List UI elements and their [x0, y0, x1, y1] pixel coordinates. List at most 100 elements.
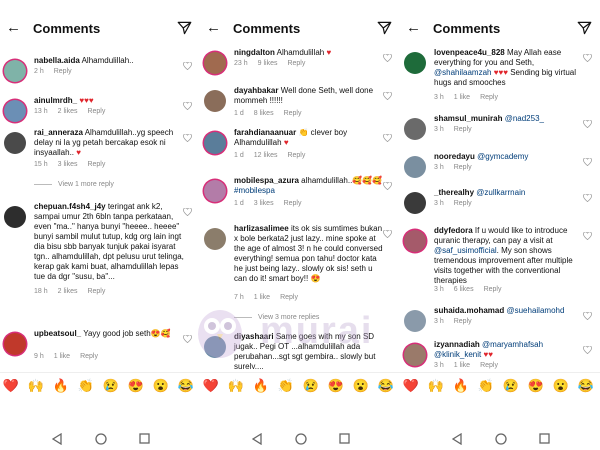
- comment-username[interactable]: ainulmrdh_: [34, 96, 77, 105]
- nav-back-icon[interactable]: [252, 433, 262, 445]
- comment-username[interactable]: chepuan.f4sh4_j4y: [34, 202, 106, 211]
- reply-button[interactable]: Reply: [480, 362, 498, 369]
- send-icon[interactable]: [377, 21, 392, 35]
- back-arrow-icon[interactable]: ←: [6, 20, 21, 36]
- heart-outline-icon[interactable]: [383, 54, 392, 62]
- emoji-heart-eyes[interactable]: 😍: [327, 377, 345, 395]
- back-arrow-icon[interactable]: ←: [206, 20, 221, 36]
- emoji-clap[interactable]: 👏: [277, 377, 295, 395]
- nav-recents-icon[interactable]: [539, 433, 550, 444]
- emoji-clap[interactable]: 👏: [477, 377, 495, 395]
- avatar[interactable]: [404, 310, 426, 332]
- emoji-surprised[interactable]: 😮: [152, 377, 170, 395]
- view-more-replies[interactable]: View 3 more replies: [234, 314, 319, 321]
- reply-button[interactable]: Reply: [287, 60, 305, 67]
- comment-username[interactable]: upbeatsoul_: [34, 329, 81, 338]
- comment-username[interactable]: dayahbakar: [234, 86, 278, 95]
- emoji-heart[interactable]: ❤️: [402, 377, 420, 395]
- like-count[interactable]: 1 like: [254, 294, 270, 301]
- heart-outline-icon[interactable]: [183, 208, 192, 216]
- reply-button[interactable]: Reply: [287, 152, 305, 159]
- nav-recents-icon[interactable]: [339, 433, 350, 444]
- reply-button[interactable]: Reply: [284, 200, 302, 207]
- like-count[interactable]: 1 like: [54, 353, 70, 360]
- emoji-laughing[interactable]: 😂: [377, 377, 395, 395]
- comment-username[interactable]: suhaida.mohamad: [434, 306, 504, 315]
- emoji-sad[interactable]: 😢: [102, 377, 120, 395]
- heart-outline-icon[interactable]: [583, 54, 592, 62]
- avatar[interactable]: [4, 100, 26, 122]
- comment-username[interactable]: lovenpeace4u_828: [434, 48, 505, 57]
- nav-back-icon[interactable]: [52, 433, 62, 445]
- comment-username[interactable]: nooredayu: [434, 152, 475, 161]
- nav-home-icon[interactable]: [295, 433, 307, 445]
- heart-outline-icon[interactable]: [183, 335, 192, 343]
- avatar[interactable]: [404, 52, 426, 74]
- emoji-laughing[interactable]: 😂: [177, 377, 195, 395]
- comment-username[interactable]: rai_anneraza: [34, 128, 83, 137]
- comment-username[interactable]: diyashaari: [234, 332, 274, 341]
- avatar[interactable]: [204, 132, 226, 154]
- emoji-fire[interactable]: 🔥: [452, 377, 470, 395]
- reply-button[interactable]: Reply: [454, 200, 472, 207]
- heart-outline-icon[interactable]: [583, 194, 592, 202]
- comments-list[interactable]: ningdalton Alhamdulillah ♥ 23 h 9 likes Re…: [200, 44, 400, 369]
- nav-home-icon[interactable]: [495, 433, 507, 445]
- nav-back-icon[interactable]: [452, 433, 462, 445]
- avatar[interactable]: [404, 118, 426, 140]
- reply-button[interactable]: Reply: [87, 288, 105, 295]
- reply-button[interactable]: Reply: [87, 108, 105, 115]
- like-count[interactable]: 1 like: [454, 94, 470, 101]
- heart-outline-icon[interactable]: [583, 120, 592, 128]
- heart-outline-icon[interactable]: [183, 102, 192, 110]
- mention-link[interactable]: @zullkarrnain: [476, 188, 525, 197]
- comment-username[interactable]: shamsul_munirah: [434, 114, 502, 123]
- comment-username[interactable]: ningdalton: [234, 48, 275, 57]
- avatar[interactable]: [404, 192, 426, 214]
- emoji-heart[interactable]: ❤️: [202, 377, 220, 395]
- avatar[interactable]: [4, 132, 26, 154]
- heart-outline-icon[interactable]: [183, 134, 192, 142]
- nav-home-icon[interactable]: [95, 433, 107, 445]
- avatar[interactable]: [404, 230, 426, 252]
- like-count[interactable]: 9 likes: [258, 60, 278, 67]
- emoji-raised-hands[interactable]: 🙌: [227, 377, 245, 395]
- like-count[interactable]: 2 likes: [58, 108, 78, 115]
- mention-link[interactable]: @suehailamohd: [506, 306, 564, 315]
- like-count[interactable]: 3 likes: [58, 161, 78, 168]
- reply-button[interactable]: Reply: [454, 164, 472, 171]
- like-count[interactable]: 6 likes: [454, 286, 474, 293]
- send-icon[interactable]: [577, 21, 592, 35]
- avatar[interactable]: [204, 90, 226, 112]
- reply-button[interactable]: Reply: [454, 318, 472, 325]
- like-count[interactable]: 1 like: [454, 362, 470, 369]
- comment-username[interactable]: mobilespa_azura: [234, 176, 299, 185]
- back-arrow-icon[interactable]: ←: [406, 20, 421, 36]
- mention-link[interactable]: @nad253_: [505, 114, 544, 123]
- reply-button[interactable]: Reply: [87, 161, 105, 168]
- like-count[interactable]: 2 likes: [58, 288, 78, 295]
- comment-username[interactable]: nabella.aida: [34, 56, 80, 65]
- heart-outline-icon[interactable]: [583, 158, 592, 166]
- heart-outline-icon[interactable]: [383, 182, 392, 190]
- reply-button[interactable]: Reply: [484, 286, 502, 293]
- heart-outline-icon[interactable]: [183, 62, 192, 70]
- emoji-sad[interactable]: 😢: [502, 377, 520, 395]
- heart-outline-icon[interactable]: [383, 92, 392, 100]
- like-count[interactable]: 12 likes: [254, 152, 278, 159]
- emoji-raised-hands[interactable]: 🙌: [27, 377, 45, 395]
- emoji-fire[interactable]: 🔥: [52, 377, 70, 395]
- mention-link[interactable]: @saf_usimofficial: [434, 246, 497, 255]
- avatar[interactable]: [4, 333, 26, 355]
- avatar[interactable]: [204, 52, 226, 74]
- send-icon[interactable]: [177, 21, 192, 35]
- comment-username[interactable]: harlizasalimee: [234, 224, 289, 233]
- avatar[interactable]: [204, 336, 226, 358]
- comment-username[interactable]: izyannadiah: [434, 340, 480, 349]
- view-more-replies[interactable]: View 1 more reply: [34, 181, 114, 188]
- emoji-fire[interactable]: 🔥: [252, 377, 270, 395]
- reply-button[interactable]: Reply: [284, 110, 302, 117]
- emoji-laughing[interactable]: 😂: [577, 377, 595, 395]
- emoji-surprised[interactable]: 😮: [352, 377, 370, 395]
- heart-outline-icon[interactable]: [383, 134, 392, 142]
